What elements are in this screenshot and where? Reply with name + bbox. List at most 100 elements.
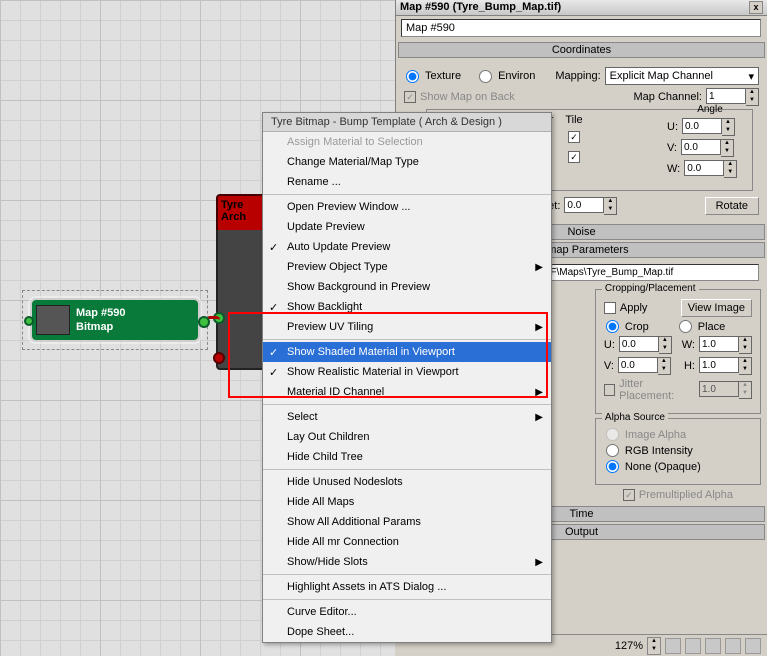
- check-icon: ✓: [269, 346, 278, 359]
- coordinates-rollout-header[interactable]: Coordinates: [398, 42, 765, 58]
- w-angle-spinner[interactable]: ▲▼: [684, 160, 737, 178]
- menu-item[interactable]: Change Material/Map Type: [263, 152, 551, 172]
- u-angle-spinner[interactable]: ▲▼: [682, 118, 735, 136]
- menu-item-label: Hide Unused Nodeslots: [287, 476, 403, 488]
- menu-separator: [263, 574, 551, 575]
- context-menu: Tyre Bitmap - Bump Template ( Arch & Des…: [262, 112, 552, 643]
- menu-item-label: Material ID Channel: [287, 386, 384, 398]
- node-title: Map #590: [76, 306, 126, 320]
- node-type: Bitmap: [76, 320, 126, 334]
- v-angle-spinner[interactable]: ▲▼: [681, 139, 734, 157]
- place-radio[interactable]: [679, 320, 692, 333]
- close-button[interactable]: x: [749, 1, 763, 14]
- view-image-button[interactable]: View Image: [681, 299, 752, 317]
- menu-item-label: Select: [287, 411, 318, 423]
- v-tile-checkbox[interactable]: ✓: [568, 151, 580, 163]
- menu-item[interactable]: Preview UV Tiling ▶: [263, 317, 551, 337]
- zoom-region-icon[interactable]: [705, 638, 721, 654]
- menu-item[interactable]: Hide All Maps: [263, 492, 551, 512]
- menu-item[interactable]: Lay Out Children: [263, 427, 551, 447]
- map-name-input[interactable]: [401, 19, 761, 37]
- menu-item-label: Update Preview: [287, 221, 365, 233]
- check-icon: ✓: [269, 241, 278, 254]
- menu-item: Assign Material to Selection: [263, 132, 551, 152]
- mapping-dropdown[interactable]: Explicit Map Channel▾: [605, 67, 759, 85]
- layout-tool-icon[interactable]: [745, 638, 761, 654]
- menu-item-label: Hide All Maps: [287, 496, 354, 508]
- menu-item-label: Show Backlight: [287, 301, 362, 313]
- menu-item[interactable]: Highlight Assets in ATS Dialog ...: [263, 577, 551, 597]
- panel-title: Map #590 (Tyre_Bump_Map.tif): [400, 1, 561, 14]
- pan-tool-icon[interactable]: [665, 638, 681, 654]
- menu-item-label: Show All Additional Params: [287, 516, 421, 528]
- menu-item[interactable]: Select▶: [263, 407, 551, 427]
- crop-v-spinner[interactable]: ▲▼: [618, 357, 671, 375]
- crop-u-spinner[interactable]: ▲▼: [619, 336, 672, 354]
- menu-item[interactable]: Hide All mr Connection: [263, 532, 551, 552]
- alpha-rgb-radio[interactable]: [606, 444, 619, 457]
- crop-h-spinner[interactable]: ▲▼: [699, 357, 752, 375]
- mapping-label: Mapping:: [555, 70, 600, 82]
- menu-item-label: Preview UV Tiling: [287, 321, 373, 333]
- menu-item[interactable]: Hide Child Tree: [263, 447, 551, 467]
- menu-item-label: Preview Object Type: [287, 261, 388, 273]
- node-output-port[interactable]: [198, 316, 210, 328]
- crop-w-spinner[interactable]: ▲▼: [699, 336, 752, 354]
- menu-item-label: Show Background in Preview: [287, 281, 430, 293]
- menu-separator: [263, 194, 551, 195]
- submenu-arrow-icon: ▶: [535, 322, 543, 333]
- menu-item[interactable]: Preview Object Type ▶: [263, 257, 551, 277]
- texture-radio[interactable]: [406, 70, 419, 83]
- menu-item-label: Change Material/Map Type: [287, 156, 419, 168]
- menu-item[interactable]: Curve Editor...: [263, 602, 551, 622]
- check-icon: ✓: [269, 301, 278, 314]
- premult-checkbox: ✓: [623, 489, 635, 501]
- menu-item-label: Assign Material to Selection: [287, 136, 423, 148]
- zoom-value: 127%: [615, 640, 643, 652]
- menu-item[interactable]: Rename ...: [263, 172, 551, 192]
- menu-item[interactable]: ✓Show Realistic Material in Viewport: [263, 362, 551, 382]
- environ-label: Environ: [498, 70, 535, 82]
- menu-item-label: Show Realistic Material in Viewport: [287, 366, 459, 378]
- node-thumbnail: [36, 305, 70, 335]
- menu-item-label: Dope Sheet...: [287, 626, 354, 638]
- menu-item[interactable]: ✓ Show Shaded Material in Viewport: [263, 342, 551, 362]
- environ-radio[interactable]: [479, 70, 492, 83]
- bitmap-map-node[interactable]: Map #590 Bitmap: [30, 298, 200, 342]
- chevron-down-icon: ▾: [748, 70, 754, 83]
- node-port-left[interactable]: [24, 316, 34, 326]
- menu-item[interactable]: ✓ Show Backlight: [263, 297, 551, 317]
- menu-item[interactable]: Show Background in Preview: [263, 277, 551, 297]
- u-tile-checkbox[interactable]: ✓: [568, 131, 580, 143]
- jitter-checkbox: [604, 384, 615, 396]
- menu-item[interactable]: Dope Sheet...: [263, 622, 551, 642]
- rotate-button[interactable]: Rotate: [705, 197, 759, 215]
- menu-item[interactable]: Update Preview: [263, 217, 551, 237]
- cropping-group: Cropping/Placement Apply View Image Crop…: [595, 289, 761, 414]
- map-channel-label: Map Channel:: [634, 91, 703, 103]
- jitter-spinner: ▲▼: [699, 381, 752, 399]
- menu-item[interactable]: Hide Unused Nodeslots: [263, 472, 551, 492]
- menu-item[interactable]: ✓Auto Update Preview: [263, 237, 551, 257]
- node-input-port-2[interactable]: [213, 352, 225, 364]
- context-menu-header: Tyre Bitmap - Bump Template ( Arch & Des…: [263, 113, 551, 132]
- menu-item[interactable]: Show/Hide Slots▶: [263, 552, 551, 572]
- menu-item[interactable]: Show All Additional Params: [263, 512, 551, 532]
- zoom-extents-icon[interactable]: [725, 638, 741, 654]
- submenu-arrow-icon: ▶: [535, 262, 543, 273]
- submenu-arrow-icon: ▶: [535, 557, 543, 568]
- menu-item-label: Highlight Assets in ATS Dialog ...: [287, 581, 446, 593]
- apply-checkbox[interactable]: [604, 302, 616, 314]
- zoom-tool-icon[interactable]: [685, 638, 701, 654]
- menu-item-label: Open Preview Window ...: [287, 201, 411, 213]
- menu-item-label: Show Shaded Material in Viewport: [287, 346, 455, 358]
- blur-offset-spinner[interactable]: ▲▼: [564, 197, 617, 215]
- show-map-on-back-checkbox: ✓: [404, 91, 416, 103]
- menu-item-label: Hide All mr Connection: [287, 536, 399, 548]
- menu-item-label: Curve Editor...: [287, 606, 357, 618]
- menu-item[interactable]: Open Preview Window ...: [263, 197, 551, 217]
- menu-item[interactable]: Material ID Channel▶: [263, 382, 551, 402]
- show-map-on-back-label: Show Map on Back: [420, 91, 515, 103]
- alpha-none-radio[interactable]: [606, 460, 619, 473]
- crop-radio[interactable]: [606, 320, 619, 333]
